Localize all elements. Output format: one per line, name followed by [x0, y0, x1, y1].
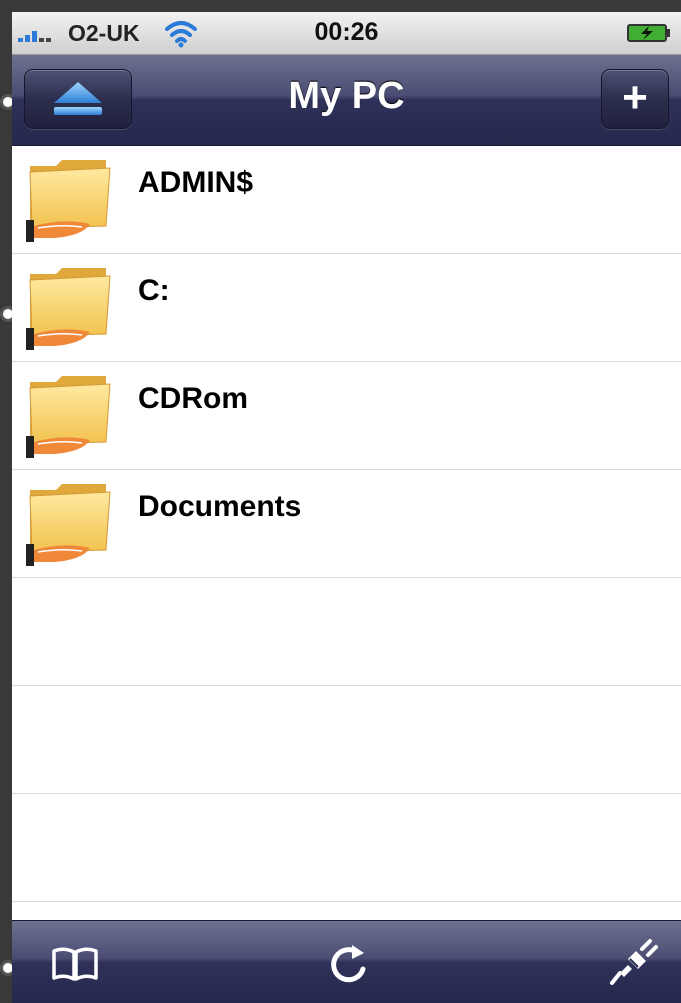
plus-icon: +	[622, 73, 648, 122]
list-item[interactable]: ADMIN$	[12, 146, 681, 254]
share-list: ADMIN$ C: CDRom Documents	[12, 146, 681, 902]
list-item[interactable]: Documents	[12, 470, 681, 578]
shared-folder-icon	[26, 160, 111, 242]
shared-folder-icon	[26, 376, 111, 458]
page-title: My PC	[288, 75, 405, 117]
list-item-label: Documents	[138, 490, 302, 523]
status-time: 00:26	[314, 18, 379, 46]
shared-folder-icon	[26, 268, 111, 350]
list-item-label: C:	[138, 274, 170, 307]
list-item-label: CDRom	[138, 382, 248, 415]
phone-screen: O2-UK 00:26 My PC + ADMIN$ C: CDRom Docu…	[12, 12, 681, 1003]
empty-row	[12, 794, 681, 902]
navigation-bar: My PC +	[12, 55, 681, 146]
shared-folder-icon	[26, 484, 111, 566]
add-button[interactable]: +	[601, 69, 669, 129]
empty-row	[12, 578, 681, 686]
list-item[interactable]: C:	[12, 254, 681, 362]
status-bar: O2-UK 00:26	[12, 12, 681, 55]
list-item[interactable]: CDRom	[12, 362, 681, 470]
disconnect-plug-icon[interactable]	[608, 939, 658, 989]
battery-charging-icon	[627, 24, 670, 42]
bookmarks-icon[interactable]	[50, 939, 100, 989]
empty-row	[12, 686, 681, 794]
device-frame: O2-UK 00:26 My PC + ADMIN$ C: CDRom Docu…	[0, 0, 681, 1003]
bottom-toolbar	[12, 920, 681, 1003]
refresh-icon[interactable]	[324, 939, 374, 989]
list-item-label: ADMIN$	[138, 166, 254, 199]
